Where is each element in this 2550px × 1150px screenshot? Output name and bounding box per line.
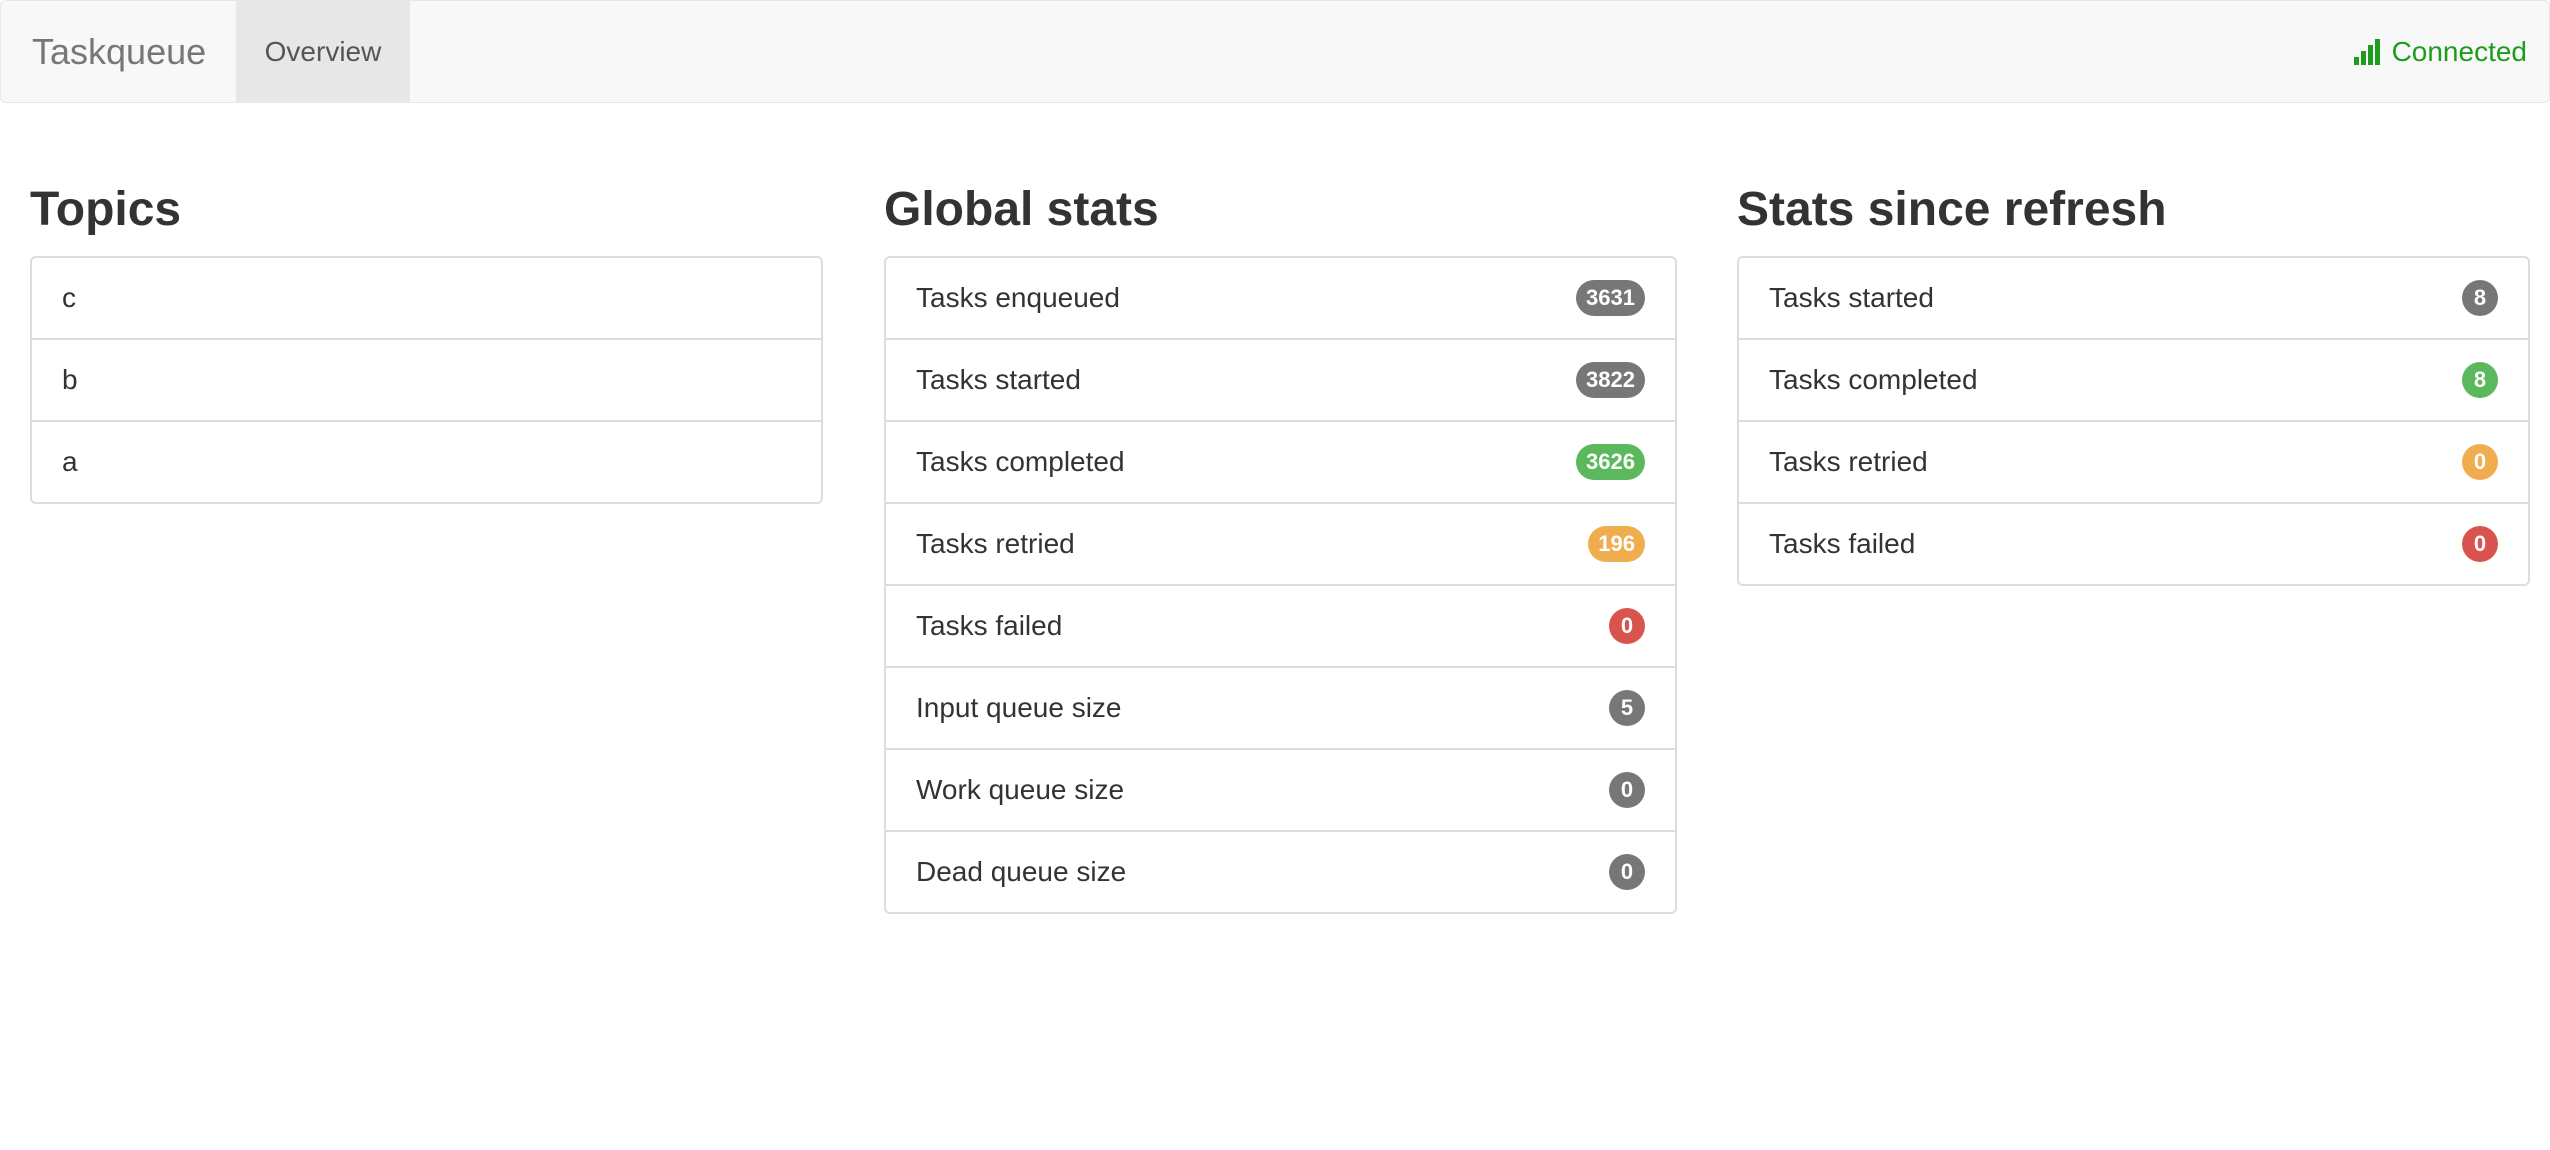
stat-row: Tasks enqueued 3631 (886, 258, 1675, 338)
stat-label: Tasks retried (916, 528, 1075, 559)
topic-item[interactable]: b (32, 338, 821, 420)
topic-name: a (62, 446, 78, 477)
stat-badge: 5 (1609, 690, 1645, 726)
stat-label: Tasks completed (1769, 364, 1978, 395)
stat-badge: 0 (1609, 608, 1645, 644)
stat-badge: 196 (1588, 526, 1645, 562)
topics-list: c b a (30, 256, 823, 504)
stat-badge: 0 (2462, 526, 2498, 562)
brand[interactable]: Taskqueue (32, 1, 206, 102)
stat-row: Tasks retried 0 (1739, 420, 2528, 502)
stat-label: Dead queue size (916, 856, 1127, 887)
refresh-stats-panel: Stats since refresh Tasks started 8 Tasks… (1737, 180, 2530, 586)
topic-item[interactable]: a (32, 420, 821, 502)
stat-badge: 3631 (1576, 280, 1645, 316)
stat-label: Tasks started (916, 364, 1081, 395)
stat-row: Tasks failed 0 (1739, 502, 2528, 584)
stat-label: Tasks started (1769, 282, 1934, 313)
global-stats-list: Tasks enqueued 3631 Tasks started 3822 Tas… (884, 256, 1677, 914)
stat-badge: 3822 (1576, 362, 1645, 398)
refresh-stats-list: Tasks started 8 Tasks completed 8 Tasks re… (1737, 256, 2530, 586)
stat-row: Tasks started 3822 (886, 338, 1675, 420)
navbar: Taskqueue Overview Connected (0, 0, 2550, 103)
topics-heading: Topics (30, 183, 182, 236)
connection-status: Connected (2353, 1, 2527, 102)
stat-badge: 0 (1609, 772, 1645, 808)
stat-row: Input queue size 5 (886, 666, 1675, 748)
stat-label: Tasks completed (916, 446, 1125, 477)
signal-bars-icon (2353, 38, 2382, 65)
stat-label: Tasks retried (1769, 446, 1928, 477)
stat-badge: 8 (2462, 362, 2498, 398)
stat-row: Tasks failed 0 (886, 584, 1675, 666)
global-stats-heading: Global stats (884, 183, 1159, 236)
stat-badge: 0 (2462, 444, 2498, 480)
stat-row: Tasks started 8 (1739, 258, 2528, 338)
topic-item[interactable]: c (32, 258, 821, 338)
topic-name: c (62, 282, 76, 313)
stat-badge: 0 (1609, 854, 1645, 890)
stat-label: Tasks enqueued (916, 282, 1120, 313)
tab-overview[interactable]: Overview (236, 1, 410, 102)
stat-row: Work queue size 0 (886, 748, 1675, 830)
stat-row: Tasks completed 3626 (886, 420, 1675, 502)
stat-row: Tasks retried 196 (886, 502, 1675, 584)
stat-row: Dead queue size 0 (886, 830, 1675, 912)
stat-label: Tasks failed (1769, 528, 1916, 559)
topic-name: b (62, 364, 78, 395)
global-stats-panel: Global stats Tasks enqueued 3631 Tasks st… (884, 180, 1677, 914)
stat-badge: 3626 (1576, 444, 1645, 480)
stat-badge: 8 (2462, 280, 2498, 316)
refresh-stats-heading: Stats since refresh (1737, 183, 2167, 236)
stat-label: Input queue size (916, 692, 1122, 723)
stat-label: Tasks failed (916, 610, 1063, 641)
stat-row: Tasks completed 8 (1739, 338, 2528, 420)
connection-status-label: Connected (2391, 35, 2527, 67)
stat-label: Work queue size (916, 774, 1125, 805)
topics-panel: Topics c b a (30, 180, 823, 504)
